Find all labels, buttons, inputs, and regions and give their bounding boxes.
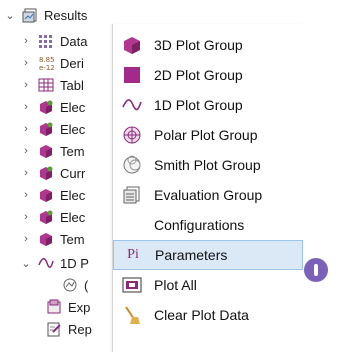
plot-group-1d-icon xyxy=(38,255,54,271)
tree-item-plot-group[interactable]: › Elec xyxy=(20,96,85,118)
tree-item-export[interactable]: Exp xyxy=(40,296,90,318)
tree-item-1d-plot-group[interactable]: ⌄ 1D P xyxy=(20,252,89,274)
results-icon xyxy=(22,7,38,23)
derived-values-icon: 8.85 e-12 xyxy=(38,55,54,71)
menu-item-label: 1D Plot Group xyxy=(154,97,243,113)
tables-icon xyxy=(38,77,54,93)
menu-item-evaluation-group[interactable]: Evaluation Group xyxy=(113,180,303,210)
chevron-right-icon[interactable]: › xyxy=(20,211,32,223)
parameters-icon: Pi xyxy=(122,244,144,266)
chevron-right-icon[interactable]: › xyxy=(20,123,32,135)
plot-group-3d-icon xyxy=(38,231,54,247)
clear-plot-data-icon xyxy=(121,304,143,326)
chevron-down-icon[interactable]: ⌄ xyxy=(20,257,32,270)
menu-item-smith-plot-group[interactable]: Smith Plot Group xyxy=(113,150,303,180)
export-icon xyxy=(46,299,62,315)
tree-item-plot-group[interactable]: › Elec xyxy=(20,206,85,228)
chevron-right-icon[interactable]: › xyxy=(20,57,32,69)
menu-item-label: Smith Plot Group xyxy=(154,157,261,173)
plot-group-3d-icon xyxy=(121,34,143,56)
menu-item-parameters[interactable]: Pi Parameters xyxy=(113,240,303,270)
tree-item-label: Rep xyxy=(68,321,92,337)
menu-item-label: Plot All xyxy=(154,277,197,293)
tree-item-label: Tem xyxy=(60,143,85,159)
menu-item-plot-all[interactable]: Plot All xyxy=(113,270,303,300)
chevron-right-icon[interactable]: › xyxy=(20,35,32,47)
context-menu: 3D Plot Group 2D Plot Group 1D Plot Grou… xyxy=(112,24,303,352)
plot-group-3d-icon xyxy=(38,143,54,159)
tree-item-label: ( xyxy=(84,277,89,293)
evaluation-group-icon xyxy=(121,184,143,206)
svg-text:e-12: e-12 xyxy=(39,64,54,71)
plot-group-3d-icon xyxy=(38,187,54,203)
global-plot-icon xyxy=(62,277,78,293)
tree-item-label: Tem xyxy=(60,231,85,247)
tree-item-label: Curr xyxy=(60,165,86,181)
plot-group-1d-icon xyxy=(121,94,143,116)
tree-item-label: Elec xyxy=(60,99,86,115)
tree-item-label: Exp xyxy=(68,299,91,315)
menu-item-configurations[interactable]: Configurations xyxy=(113,210,303,240)
tree-label-results: Results xyxy=(44,7,88,23)
tree-item-label: Elec xyxy=(60,121,86,137)
tree-item-label: Deri xyxy=(60,55,84,71)
svg-text:8.85: 8.85 xyxy=(39,56,54,64)
tree-item-reports[interactable]: Rep xyxy=(40,318,92,340)
chevron-right-icon[interactable]: › xyxy=(20,233,32,245)
tree-item-label: Elec xyxy=(60,209,86,225)
plot-group-3d-icon xyxy=(38,99,54,115)
menu-item-label: 2D Plot Group xyxy=(154,67,243,83)
tree-item-plot-group[interactable]: › Elec xyxy=(20,118,85,140)
polar-plot-icon xyxy=(121,124,143,146)
plot-group-2d-icon xyxy=(121,64,143,86)
smith-plot-icon xyxy=(121,154,143,176)
plot-group-3d-icon xyxy=(38,209,54,225)
menu-item-label: Parameters xyxy=(155,247,228,263)
menu-item-label: 3D Plot Group xyxy=(154,37,243,53)
chevron-right-icon[interactable]: › xyxy=(20,79,32,91)
tree-item-label: Tabl xyxy=(60,77,84,93)
tree-item-label: Data xyxy=(60,33,88,49)
tree-item-global-plot[interactable]: ( xyxy=(62,274,88,296)
tree-item-tables[interactable]: › Tabl xyxy=(20,74,84,96)
report-icon xyxy=(46,321,62,337)
menu-item-2d-plot-group[interactable]: 2D Plot Group xyxy=(113,60,303,90)
chevron-right-icon[interactable]: › xyxy=(20,167,32,179)
chevron-right-icon[interactable]: › xyxy=(20,189,32,201)
tree-item-plot-group[interactable]: › Curr xyxy=(20,162,85,184)
tree-item-label: Elec xyxy=(60,187,86,203)
chevron-right-icon[interactable]: › xyxy=(20,101,32,113)
tree-item-plot-group[interactable]: › Elec xyxy=(20,184,85,206)
menu-item-3d-plot-group[interactable]: 3D Plot Group xyxy=(113,30,303,60)
tree-item-plot-group[interactable]: › Tem xyxy=(20,140,85,162)
tree-item-label: 1D P xyxy=(60,255,89,271)
menu-item-label: Polar Plot Group xyxy=(154,127,258,143)
menu-item-polar-plot-group[interactable]: Polar Plot Group xyxy=(113,120,303,150)
chevron-down-icon[interactable]: ⌄ xyxy=(4,9,16,22)
tree-item-results[interactable]: ⌄ Results xyxy=(4,4,87,26)
menu-item-label: Clear Plot Data xyxy=(154,307,249,323)
plot-group-3d-icon xyxy=(38,165,54,181)
tree-item-plot-group[interactable]: › Tem xyxy=(20,228,85,250)
plot-all-icon xyxy=(121,274,143,296)
menu-item-clear-plot-data[interactable]: Clear Plot Data xyxy=(113,300,303,330)
menu-item-1d-plot-group[interactable]: 1D Plot Group xyxy=(113,90,303,120)
annotation-badge xyxy=(304,258,328,282)
tree-item-derived-values[interactable]: › 8.85 e-12 Deri xyxy=(20,52,84,74)
tree-item-datasets[interactable]: › Data xyxy=(20,30,87,52)
menu-item-label: Configurations xyxy=(154,217,245,233)
menu-item-label: Evaluation Group xyxy=(154,187,263,203)
chevron-right-icon[interactable]: › xyxy=(20,145,32,157)
plot-group-3d-icon xyxy=(38,121,54,137)
datasets-icon xyxy=(38,33,54,49)
parameters-icon-text: Pi xyxy=(127,247,139,262)
